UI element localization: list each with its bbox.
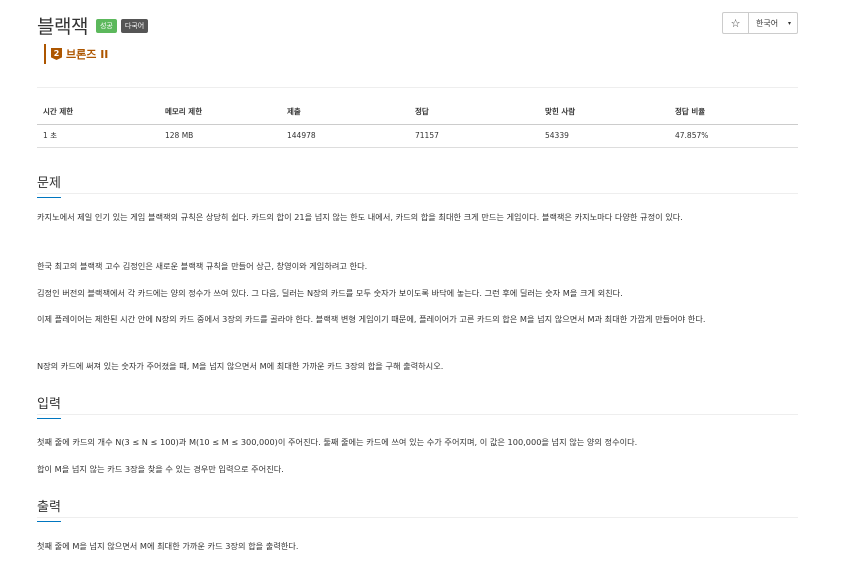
cell-submissions: 144978 xyxy=(281,124,409,148)
divider xyxy=(37,87,798,88)
header-solvers: 맞힌 사람 xyxy=(539,99,669,125)
favorite-button[interactable]: ☆ xyxy=(723,13,749,33)
output-section-header: 출력 xyxy=(37,496,798,522)
multi-language-badge: 다국어 xyxy=(120,18,149,33)
chevron-down-icon: ▾ xyxy=(787,19,791,27)
tier-label: 브론즈 II xyxy=(66,48,109,61)
input-section-header: 입력 xyxy=(37,393,798,419)
description-paragraph: 한국 최고의 블랙잭 고수 김정인은 새로운 블랙잭 규칙을 만들어 상근, 창… xyxy=(37,261,368,271)
table-header-row: 시간 제한 메모리 제한 제출 정답 맞힌 사람 정답 비율 xyxy=(37,99,798,125)
description-paragraph: 카지노에서 제일 인기 있는 게임 블랙잭의 규칙은 상당히 쉽다. 카드의 합… xyxy=(37,212,683,222)
input-paragraph: 합이 M을 넘지 않는 카드 3장을 찾을 수 있는 경우만 입력으로 주어진다… xyxy=(37,464,284,474)
header-accept-ratio: 정답 비율 xyxy=(669,99,798,125)
description-paragraph: N장의 카드에 써져 있는 숫자가 주어졌을 때, M을 넘지 않으면서 M에 … xyxy=(37,361,444,371)
cell-solvers: 54339 xyxy=(539,124,669,148)
input-title: 입력 xyxy=(37,397,61,419)
problem-info-table: 시간 제한 메모리 제한 제출 정답 맞힌 사람 정답 비율 1 초 128 M… xyxy=(37,99,798,148)
input-paragraph: 첫째 줄에 카드의 개수 N(3 ≤ N ≤ 100)과 M(10 ≤ M ≤ … xyxy=(37,437,638,447)
table-row: 1 초 128 MB 144978 71157 54339 47.857% xyxy=(37,124,798,148)
header-time-limit: 시간 제한 xyxy=(37,99,159,125)
tier-shield-icon: 2 xyxy=(51,48,62,60)
success-badge: 성공 xyxy=(95,18,117,33)
header-submissions: 제출 xyxy=(281,99,409,125)
cell-accept-ratio: 47.857% xyxy=(669,124,798,148)
language-select[interactable]: 한국어 ▾ xyxy=(749,13,797,33)
problem-controls: ☆ 한국어 ▾ xyxy=(722,12,798,34)
language-label: 한국어 xyxy=(756,18,779,28)
header-accepted: 정답 xyxy=(409,99,539,125)
output-paragraph: 첫째 줄에 M을 넘지 않으면서 M에 최대한 가까운 카드 3장의 합을 출력… xyxy=(37,541,299,551)
description-title: 문제 xyxy=(37,176,61,198)
tier-indicator[interactable]: 2 브론즈 II xyxy=(44,44,108,64)
header-memory-limit: 메모리 제한 xyxy=(159,99,281,125)
description-section-header: 문제 xyxy=(37,172,798,198)
description-paragraph: 김정인 버전의 블랙잭에서 각 카드에는 양의 정수가 쓰여 있다. 그 다음,… xyxy=(37,288,623,298)
problem-header: 블랙잭 성공 다국어 xyxy=(37,12,149,39)
description-paragraph: 이제 플레이어는 제한된 시간 안에 N장의 카드 중에서 3장의 카드를 골라… xyxy=(37,314,706,324)
star-icon: ☆ xyxy=(730,16,741,30)
problem-title: 블랙잭 xyxy=(37,16,88,38)
cell-time-limit: 1 초 xyxy=(37,124,159,148)
output-title: 출력 xyxy=(37,500,61,522)
cell-memory-limit: 128 MB xyxy=(159,124,281,148)
cell-accepted: 71157 xyxy=(409,124,539,148)
